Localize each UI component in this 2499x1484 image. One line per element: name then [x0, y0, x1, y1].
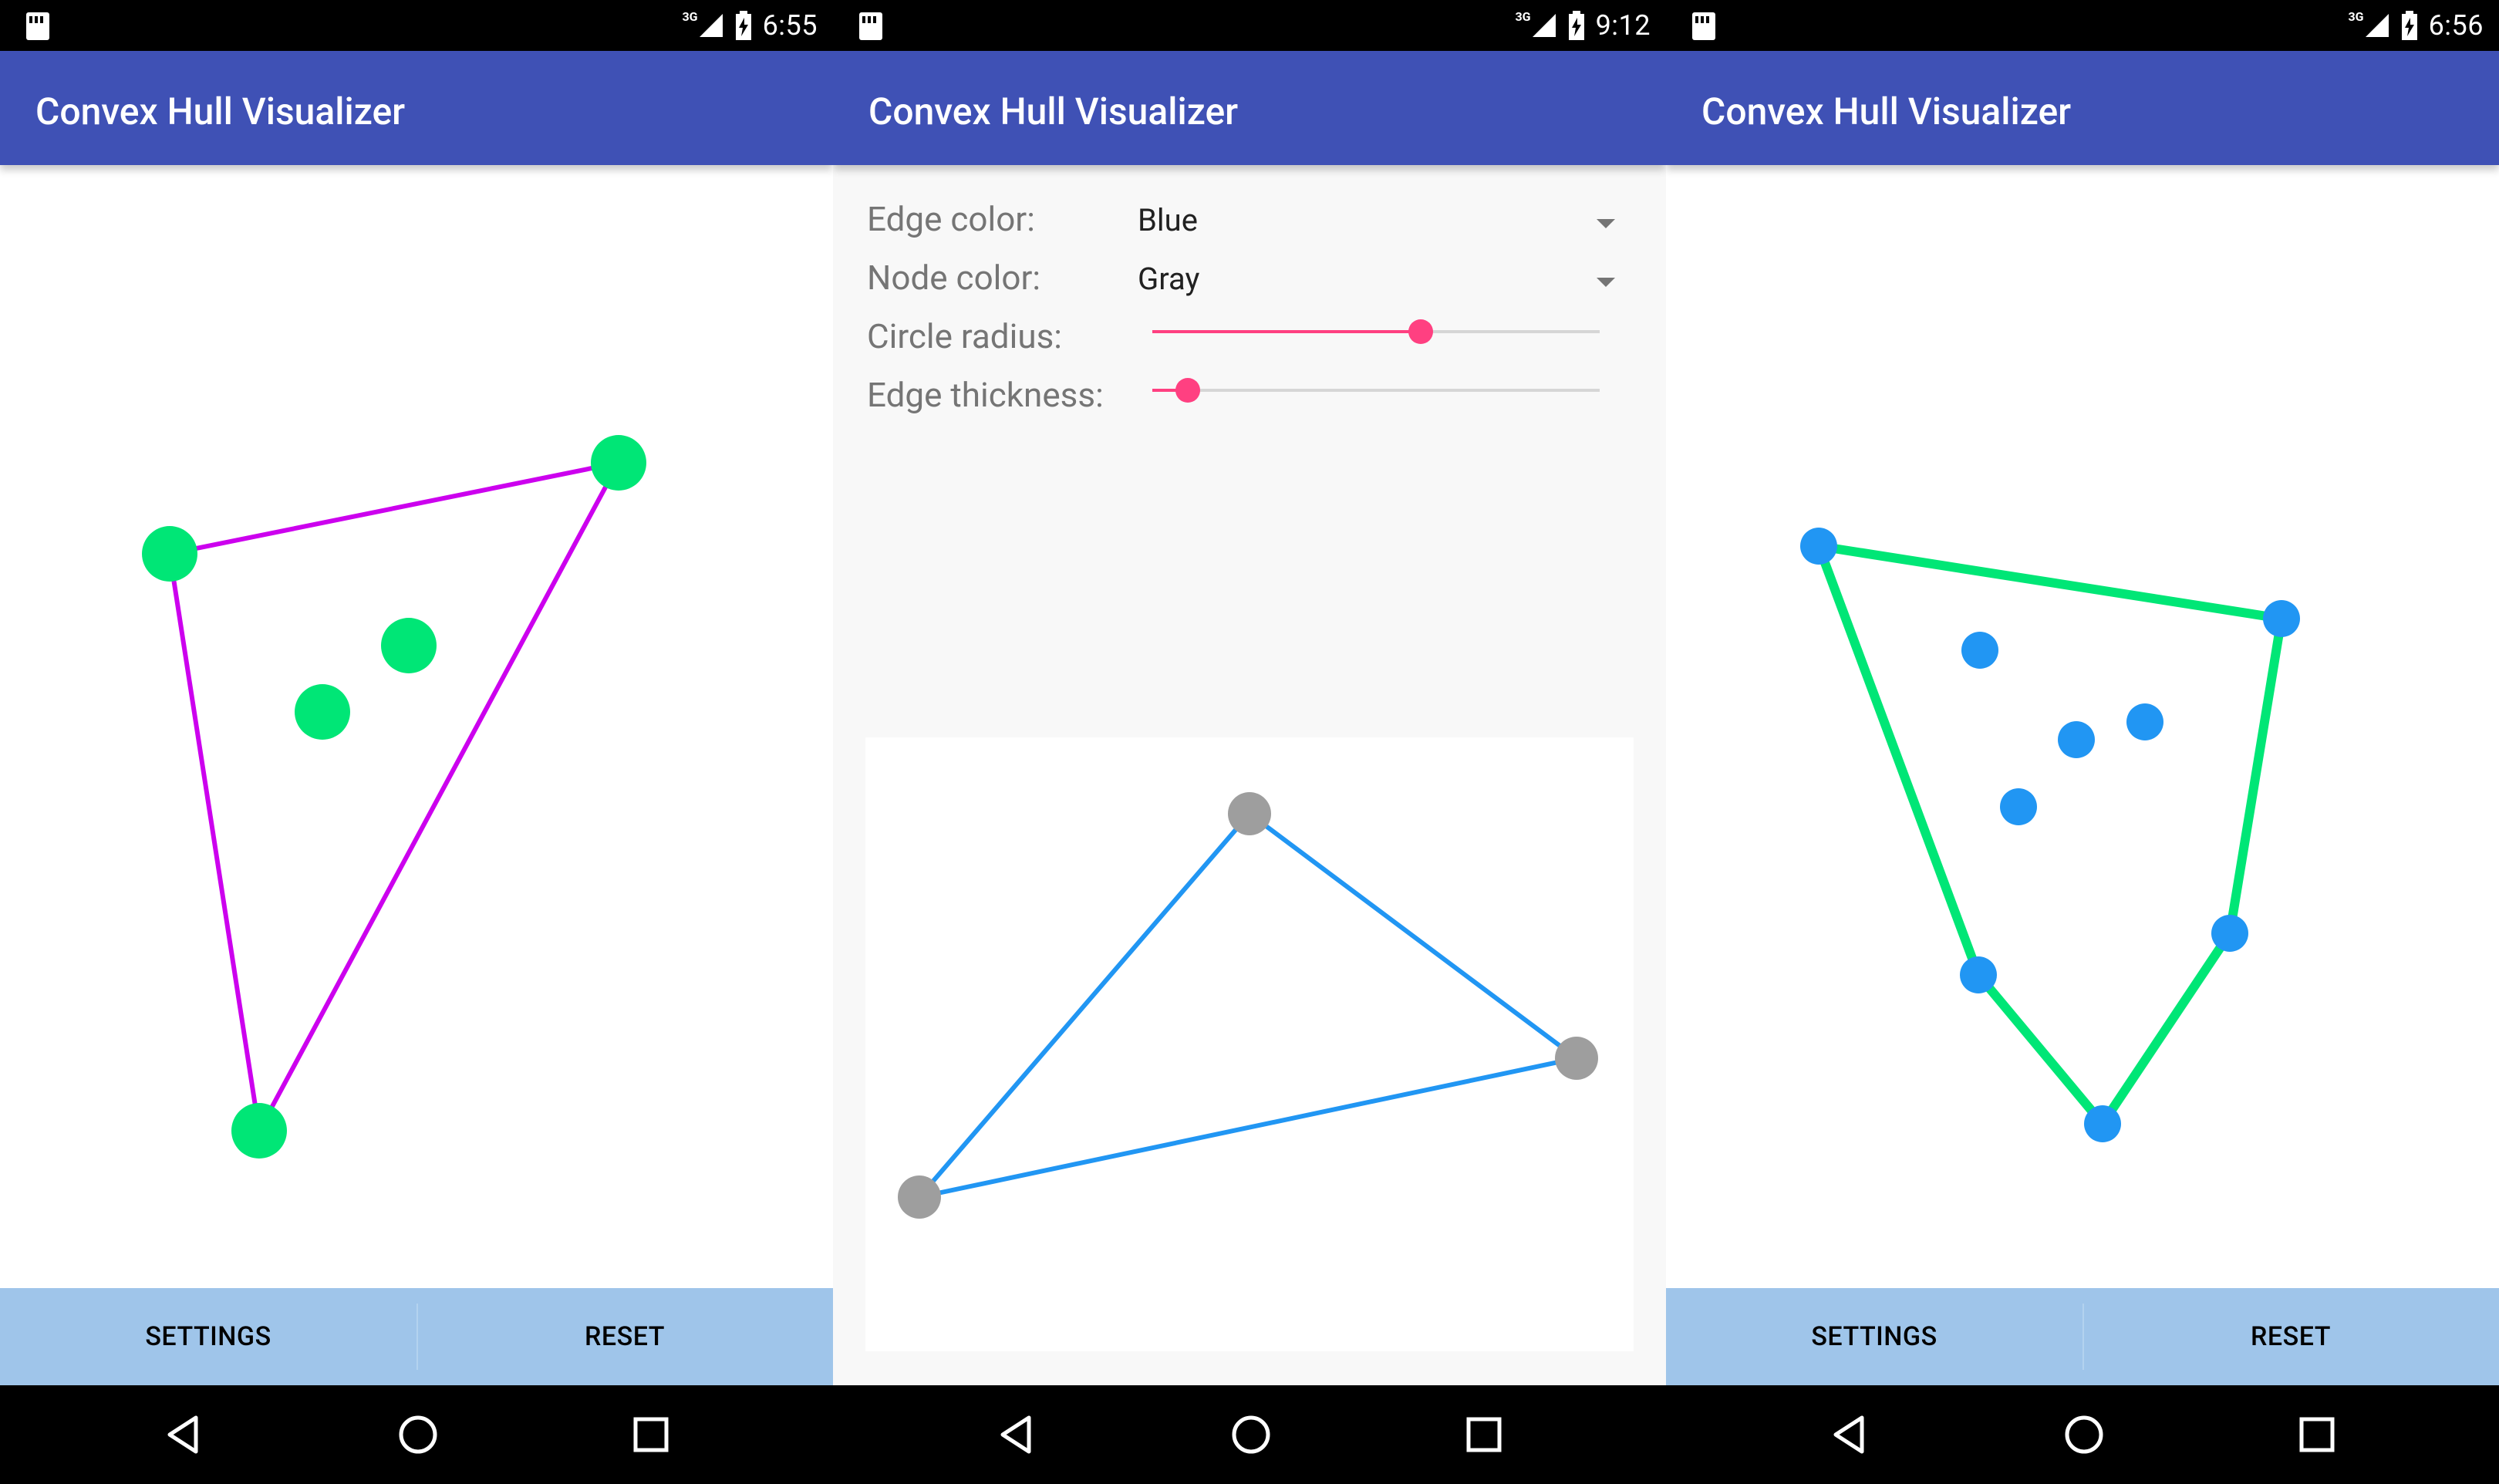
preview-edges — [917, 811, 1578, 1199]
settings-panel: Edge color: Blue Node color: Gray Circle… — [833, 165, 1666, 1385]
signal-icon — [1531, 12, 1557, 39]
hull-point[interactable] — [591, 435, 646, 491]
app-title: Convex Hull Visualizer — [868, 89, 1239, 133]
navigation-bar — [1666, 1385, 2499, 1484]
interior-point[interactable] — [2126, 703, 2163, 740]
app-bar: Convex Hull Visualizer — [1666, 51, 2499, 165]
circle-radius-slider[interactable] — [1152, 319, 1600, 344]
interior-point[interactable] — [2058, 721, 2095, 758]
hull-point[interactable] — [2263, 600, 2300, 637]
hull-edge — [167, 553, 261, 1132]
edge-color-label: Edge color: — [867, 199, 1035, 239]
back-icon[interactable] — [1823, 1407, 1879, 1462]
hull-point[interactable] — [1800, 528, 1837, 565]
sd-card-icon — [26, 12, 49, 40]
node-color-label: Node color: — [867, 258, 1041, 298]
app-title: Convex Hull Visualizer — [1701, 89, 2072, 133]
status-bar: 3G 6:55 — [0, 0, 833, 51]
network-type-label: 3G — [2348, 8, 2364, 24]
recents-icon[interactable] — [1456, 1407, 1512, 1462]
clock: 9:12 — [1595, 9, 1651, 42]
network-type-label: 3G — [1515, 8, 1531, 24]
interior-point[interactable] — [295, 684, 350, 740]
hull-point[interactable] — [142, 526, 197, 582]
clock: 6:55 — [762, 9, 818, 42]
back-icon[interactable] — [990, 1407, 1046, 1462]
battery-icon — [2401, 11, 2418, 40]
preview-edge — [1248, 811, 1578, 1061]
style-preview — [865, 737, 1634, 1351]
screen-hull-triangle: 3G 6:55 Convex Hull Visualizer SETTINGS … — [0, 0, 833, 1484]
hull-edges — [1814, 541, 2286, 1128]
clock: 6:56 — [2428, 9, 2484, 42]
hull-edges — [167, 460, 621, 1132]
slider-thumb[interactable] — [1175, 378, 1201, 403]
edge-thickness-label: Edge thickness: — [867, 375, 1104, 415]
node-color-select[interactable]: Gray — [1138, 261, 1199, 297]
back-icon[interactable] — [157, 1407, 213, 1462]
slider-thumb[interactable] — [1408, 319, 1433, 344]
edge-color-select[interactable]: Blue — [1138, 202, 1198, 238]
home-icon[interactable] — [1223, 1407, 1279, 1462]
reset-button[interactable]: RESET — [2082, 1288, 2499, 1385]
status-bar: 3G 6:56 — [1666, 0, 2499, 51]
recents-icon[interactable] — [623, 1407, 679, 1462]
navigation-bar — [0, 1385, 833, 1484]
hull-canvas[interactable] — [1666, 165, 2499, 1288]
screen-hull-hexagon: 3G 6:56 Convex Hull Visualizer SETTINGS … — [1666, 0, 2499, 1484]
home-icon[interactable] — [390, 1407, 446, 1462]
reset-button[interactable]: RESET — [416, 1288, 833, 1385]
chevron-down-icon[interactable] — [1597, 278, 1615, 287]
settings-button[interactable]: SETTINGS — [1666, 1288, 2082, 1385]
navigation-bar — [833, 1385, 1666, 1484]
signal-icon — [2364, 12, 2390, 39]
app-bar: Convex Hull Visualizer — [0, 51, 833, 165]
battery-icon — [1568, 11, 1585, 40]
settings-button[interactable]: SETTINGS — [0, 1288, 416, 1385]
points — [1800, 528, 2300, 1142]
interior-point[interactable] — [381, 618, 437, 673]
recents-icon[interactable] — [2289, 1407, 2345, 1462]
button-bar: SETTINGS RESET — [1666, 1288, 2499, 1385]
chevron-down-icon[interactable] — [1597, 219, 1615, 228]
battery-icon — [735, 11, 752, 40]
home-icon[interactable] — [2056, 1407, 2112, 1462]
network-type-label: 3G — [682, 8, 698, 24]
app-bar: Convex Hull Visualizer — [833, 51, 1666, 165]
edge-thickness-slider[interactable] — [1152, 378, 1600, 403]
hull-point[interactable] — [2084, 1105, 2121, 1142]
hull-canvas[interactable] — [0, 165, 833, 1288]
hull-point[interactable] — [2211, 915, 2248, 952]
hull-point[interactable] — [1960, 956, 1997, 993]
circle-radius-label: Circle radius: — [867, 316, 1062, 356]
preview-node — [898, 1175, 941, 1219]
preview-node — [1228, 792, 1271, 835]
hull-point[interactable] — [231, 1103, 287, 1159]
hull-edge — [169, 460, 619, 556]
sd-card-icon — [859, 12, 882, 40]
sd-card-icon — [1692, 12, 1715, 40]
screen-settings: 3G 9:12 Convex Hull Visualizer Edge colo… — [833, 0, 1666, 1484]
hull-edge — [257, 461, 621, 1132]
signal-icon — [698, 12, 724, 39]
app-title: Convex Hull Visualizer — [35, 89, 406, 133]
preview-nodes — [898, 792, 1598, 1219]
hull-outline — [1814, 541, 2286, 1128]
status-bar: 3G 9:12 — [833, 0, 1666, 51]
slider-fill — [1152, 330, 1421, 333]
preview-node — [1555, 1037, 1598, 1080]
button-bar: SETTINGS RESET — [0, 1288, 833, 1385]
interior-point[interactable] — [1961, 632, 1998, 669]
interior-point[interactable] — [2000, 788, 2037, 825]
